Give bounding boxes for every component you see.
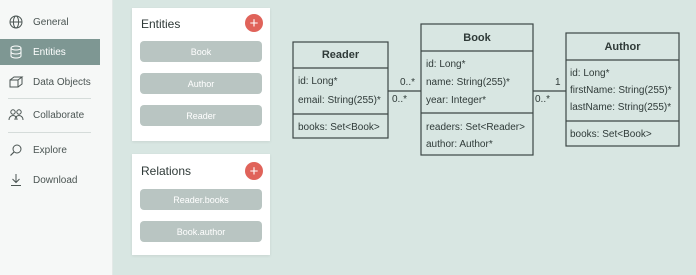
class-relation: books: Set<Book> [570, 129, 652, 140]
database-icon [8, 44, 24, 60]
divider [8, 98, 91, 99]
sidebar-item-label: Collaborate [33, 109, 85, 121]
sidebar-item-label: General [33, 16, 69, 28]
sidebar-item-entities[interactable]: Entities [0, 39, 100, 65]
class-name: Book [463, 32, 491, 44]
cube-icon [8, 74, 24, 90]
download-icon [8, 172, 24, 188]
class-relation: author: Author* [426, 139, 493, 150]
panel-title: Relations [141, 164, 192, 178]
panel-title: Entities [141, 17, 181, 31]
class-attribute: id: Long* [426, 59, 466, 70]
class-relation: readers: Set<Reader> [426, 122, 525, 133]
sidebar-item-label: Entities [33, 46, 66, 58]
search-icon [8, 142, 24, 158]
sidebar-item-label: Explore [33, 144, 67, 156]
plus-icon: + [249, 162, 259, 180]
uml-class-book[interactable]: Book id: Long* name: String(255)* year: … [420, 23, 534, 156]
sidebar-item-data-objects[interactable]: Data Objects [0, 69, 100, 95]
class-name: Reader [322, 49, 360, 61]
uml-class-reader[interactable]: Reader id: Long* email: String(255)* boo… [292, 41, 389, 139]
sidebar-item-explore[interactable]: Explore [0, 137, 100, 163]
entity-chip-reader[interactable]: Reader [140, 105, 262, 126]
entity-chip-book[interactable]: Book [140, 41, 262, 62]
multiplicity-label: 1 [555, 77, 561, 88]
multiplicity-label: 0..* [400, 77, 415, 88]
sidebar-item-general[interactable]: General [0, 9, 100, 35]
add-relation-button[interactable]: + [245, 162, 263, 180]
class-attribute: id: Long* [298, 76, 338, 87]
class-attribute: name: String(255)* [426, 77, 510, 88]
entities-panel: Entities + Book Author Reader [132, 8, 270, 141]
globe-icon [8, 14, 24, 30]
class-attribute: id: Long* [570, 68, 610, 79]
sidebar-item-label: Data Objects [33, 76, 91, 88]
class-attribute: lastName: String(255)* [570, 102, 671, 113]
entity-chip-author[interactable]: Author [140, 73, 262, 94]
relations-panel: Relations + Reader.books Book.author [132, 154, 270, 255]
sidebar-item-download[interactable]: Download [0, 167, 100, 193]
class-attribute: firstName: String(255)* [570, 85, 672, 96]
class-attribute: year: Integer* [426, 95, 486, 106]
people-icon [8, 107, 24, 123]
divider [8, 132, 91, 133]
sidebar: General Entities Data Objects Collaborat… [0, 0, 113, 275]
sidebar-item-collaborate[interactable]: Collaborate [0, 102, 100, 128]
multiplicity-label: 0..* [392, 94, 407, 105]
class-name: Author [604, 41, 641, 53]
relation-chip-reader-books[interactable]: Reader.books [140, 189, 262, 210]
sidebar-item-label: Download [33, 174, 78, 186]
uml-class-author[interactable]: Author id: Long* firstName: String(255)*… [565, 32, 680, 147]
class-attribute: email: String(255)* [298, 95, 381, 106]
plus-icon: + [249, 14, 259, 32]
class-relation: books: Set<Book> [298, 122, 380, 133]
add-entity-button[interactable]: + [245, 14, 263, 32]
multiplicity-label: 0..* [535, 94, 550, 105]
relation-chip-book-author[interactable]: Book.author [140, 221, 262, 242]
